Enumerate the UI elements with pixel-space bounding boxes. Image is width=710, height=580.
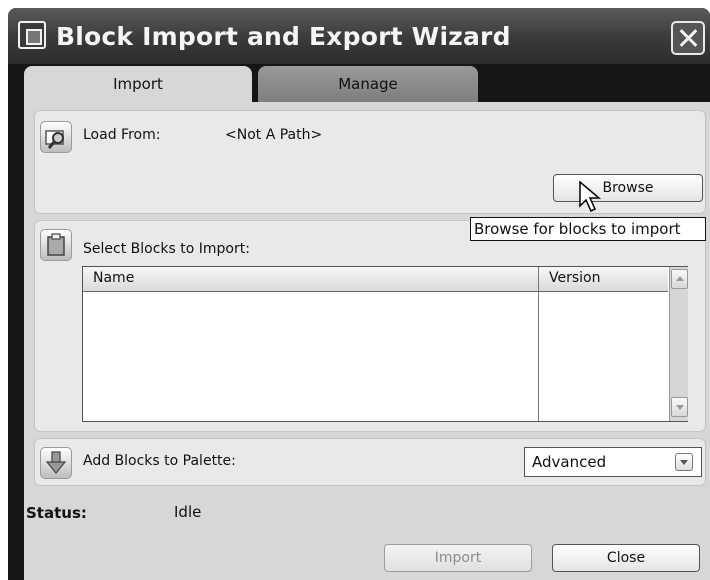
- window-title: Block Import and Export Wizard: [56, 22, 511, 51]
- wizard-window: Block Import and Export Wizard Import Ma…: [8, 8, 710, 580]
- browse-button[interactable]: Browse: [553, 174, 703, 202]
- palette-selected-value: Advanced: [532, 453, 607, 471]
- status-label: Status:: [26, 504, 87, 522]
- search-folder-icon: [40, 121, 72, 153]
- status-value: Idle: [174, 503, 202, 521]
- load-from-label: Load From:: [83, 127, 161, 143]
- tab-manage[interactable]: Manage: [258, 66, 478, 102]
- column-version[interactable]: Version: [549, 270, 600, 286]
- blocks-table[interactable]: Name Version: [82, 266, 688, 422]
- down-arrow-icon: [40, 447, 72, 479]
- column-divider: [538, 267, 539, 421]
- scroll-up-icon[interactable]: [671, 269, 688, 289]
- load-path-value: <Not A Path>: [225, 127, 323, 143]
- close-icon[interactable]: [671, 21, 705, 55]
- close-button[interactable]: Close: [552, 544, 700, 572]
- tab-import[interactable]: Import: [24, 66, 252, 102]
- vertical-scrollbar[interactable]: [669, 267, 688, 421]
- select-blocks-label: Select Blocks to Import:: [83, 241, 250, 257]
- scroll-down-icon[interactable]: [671, 397, 688, 417]
- mouse-cursor-icon: [579, 180, 602, 213]
- import-tab-content: Load From: <Not A Path> Browse Select Bl…: [24, 102, 710, 580]
- table-header: Name Version: [83, 267, 668, 292]
- column-name[interactable]: Name: [93, 270, 134, 286]
- palette-label: Add Blocks to Palette:: [83, 453, 236, 469]
- chevron-down-icon[interactable]: [675, 453, 693, 471]
- clipboard-icon: [40, 229, 72, 261]
- app-icon: [18, 21, 46, 49]
- browse-tooltip: Browse for blocks to import: [470, 217, 706, 241]
- palette-select[interactable]: Advanced: [524, 447, 702, 477]
- import-button[interactable]: Import: [384, 544, 532, 572]
- load-from-panel: Load From: <Not A Path> Browse: [34, 110, 706, 214]
- title-bar: Block Import and Export Wizard: [8, 8, 710, 64]
